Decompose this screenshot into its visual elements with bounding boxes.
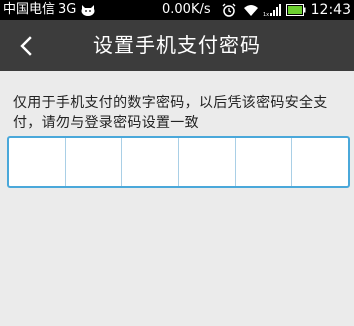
alarm-icon bbox=[222, 3, 236, 17]
status-icons: 1x bbox=[222, 0, 306, 20]
battery-icon bbox=[286, 4, 306, 16]
pin-digit-box[interactable] bbox=[236, 138, 293, 186]
pin-input[interactable] bbox=[7, 136, 350, 188]
network-speed: 0.00K/s bbox=[162, 2, 211, 17]
cat-icon bbox=[81, 4, 95, 16]
pin-digit-box[interactable] bbox=[122, 138, 180, 186]
pin-digit-box[interactable] bbox=[179, 138, 236, 186]
pin-digit-box[interactable] bbox=[66, 138, 123, 186]
title-bar: 设置手机支付密码 bbox=[0, 20, 354, 71]
network-type: 3G bbox=[58, 2, 77, 17]
pin-description: 仅用于手机支付的数字密码，以后凭该密码安全支付，请勿与登录密码设置一致 bbox=[13, 95, 328, 131]
pin-digit-box[interactable] bbox=[9, 138, 66, 186]
back-button[interactable] bbox=[6, 20, 46, 71]
status-bar: 中国电信 3G 0.00K/s 1x 12:43 bbox=[0, 0, 354, 20]
pin-digit-box[interactable] bbox=[292, 138, 348, 186]
page-title: 设置手机支付密码 bbox=[93, 33, 261, 57]
wifi-icon bbox=[244, 4, 258, 16]
status-time: 12:43 bbox=[310, 2, 351, 18]
carrier-name: 中国电信 bbox=[3, 2, 56, 17]
chevron-left-icon bbox=[20, 35, 32, 56]
status-left: 中国电信 3G bbox=[3, 0, 96, 20]
signal-icon: 1x bbox=[263, 4, 281, 17]
svg-text:1x: 1x bbox=[263, 12, 269, 17]
